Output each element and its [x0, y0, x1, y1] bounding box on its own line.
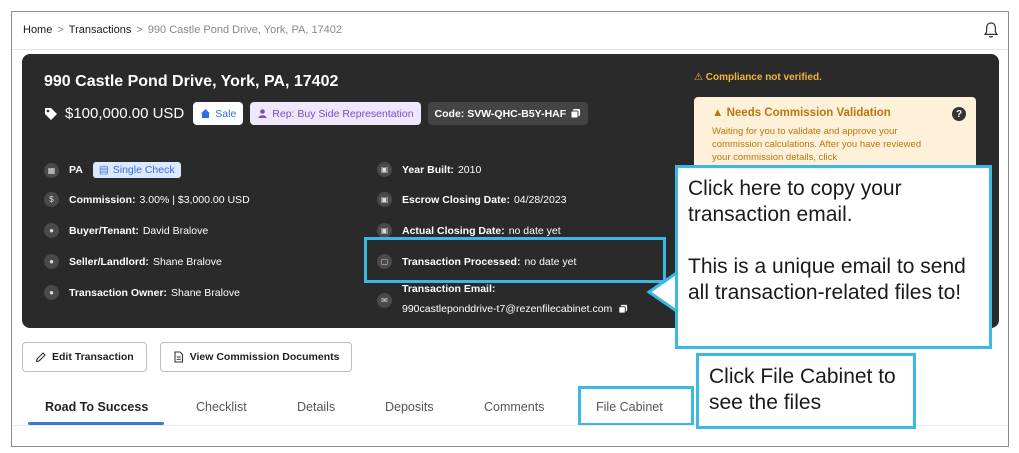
calendar-icon: ▣	[377, 223, 392, 238]
seller-label: Seller/Landlord:	[69, 255, 149, 268]
actual-closing-value: no date yet	[508, 224, 561, 237]
user-icon: ●	[44, 254, 59, 269]
dollar-icon: $	[44, 192, 59, 207]
breadcrumb: Home > Transactions > 990 Castle Pond Dr…	[23, 24, 342, 36]
mail-icon: ✉	[377, 293, 392, 308]
breadcrumb-separator: >	[57, 24, 64, 36]
commission-validation-title-text: Needs Commission Validation	[726, 107, 891, 119]
commission-row: $ Commission: 3.00% | $3,000.00 USD	[44, 192, 250, 207]
state-value: PA	[69, 164, 83, 176]
escrow-row: ▣ Escrow Closing Date: 04/28/2023	[377, 192, 567, 207]
map-icon: ▦	[44, 162, 59, 178]
escrow-value: 04/28/2023	[513, 193, 567, 206]
transaction-email-row[interactable]: ✉ Transaction Email: 990castleponddrive-…	[377, 283, 628, 315]
seller-row: ● Seller/Landlord: Shane Bralove	[44, 254, 222, 269]
compliance-status: ⚠ Compliance not verified.	[694, 72, 822, 83]
actual-closing-label: Actual Closing Date:	[402, 224, 505, 237]
view-commission-documents-label: View Commission Documents	[189, 351, 340, 363]
callout-spacer	[688, 228, 979, 254]
representation-badge: Rep: Buy Side Representation	[250, 102, 421, 125]
warning-icon: ▲	[712, 107, 724, 119]
transaction-email-line: 990castleponddrive-t7@rezenfilecabinet.c…	[402, 303, 628, 315]
action-buttons: Edit Transaction View Commission Documen…	[22, 342, 353, 372]
owner-value: Shane Bralove	[171, 286, 240, 299]
tab-details[interactable]: Details	[297, 400, 335, 414]
transaction-email-value: 990castleponddrive-t7@rezenfilecabinet.c…	[402, 303, 613, 315]
transaction-code-badge[interactable]: Code: SVW-QHC-B5Y-HAF	[427, 102, 589, 125]
edit-transaction-label: Edit Transaction	[52, 351, 134, 363]
representation-label: Rep: Buy Side Representation	[272, 107, 414, 120]
calendar-icon: ▣	[377, 162, 392, 177]
tab-deposits[interactable]: Deposits	[385, 400, 434, 414]
commission-validation-body: Waiting for you to validate and approve …	[712, 126, 922, 163]
sale-label: Sale	[215, 107, 237, 120]
copy-email-callout: Click here to copy your transaction emai…	[675, 165, 992, 349]
file-cabinet-callout: Click File Cabinet to see the files	[696, 353, 916, 429]
user-icon: ●	[44, 285, 59, 300]
document-icon	[174, 351, 183, 363]
home-icon	[201, 109, 211, 118]
buyer-row: ● Buyer/Tenant: David Bralove	[44, 223, 208, 238]
breadcrumb-transactions[interactable]: Transactions	[69, 24, 132, 36]
copy-email-callout-line1: Click here to copy your transaction emai…	[688, 177, 902, 226]
help-icon[interactable]: ?	[952, 107, 966, 121]
commission-value: 3.00% | $3,000.00 USD	[139, 193, 250, 206]
pencil-icon	[35, 351, 46, 362]
single-check-label: Single Check	[112, 164, 175, 176]
year-built-label: Year Built:	[402, 163, 454, 176]
view-commission-documents-button[interactable]: View Commission Documents	[159, 342, 353, 372]
state-row: ▦ PA ▤ Single Check	[44, 162, 181, 178]
actual-closing-row: ▣ Actual Closing Date: no date yet	[377, 223, 561, 238]
breadcrumb-separator: >	[136, 24, 143, 36]
year-built-value: 2010	[457, 163, 482, 176]
year-built-row: ▣ Year Built: 2010	[377, 162, 481, 177]
check-card-icon: ▤	[98, 164, 109, 176]
transaction-email-text: Transaction Email: 990castleponddrive-t7…	[402, 283, 628, 315]
tab-comments[interactable]: Comments	[484, 400, 544, 414]
transaction-email-label: Transaction Email:	[402, 283, 496, 295]
owner-label: Transaction Owner:	[69, 286, 168, 299]
file-cabinet-callout-text: Click File Cabinet to see the files	[709, 365, 896, 414]
owner-row: ● Transaction Owner: Shane Bralove	[44, 285, 240, 300]
buyer-label: Buyer/Tenant:	[69, 224, 139, 237]
breadcrumb-home[interactable]: Home	[23, 24, 52, 36]
commission-validation-title: ▲ Needs Commission Validation	[712, 107, 891, 119]
calendar-icon: ▣	[377, 192, 392, 207]
copy-email-callout-line2: This is a unique email to send all trans…	[688, 255, 966, 304]
copy-icon[interactable]	[570, 108, 581, 119]
email-highlight-box	[364, 237, 666, 283]
single-check-chip: ▤ Single Check	[92, 162, 181, 178]
tag-icon	[45, 107, 57, 120]
top-bar: Home > Transactions > 990 Castle Pond Dr…	[12, 12, 1008, 50]
buyer-value: David Bralove	[142, 224, 209, 237]
breadcrumb-current: 990 Castle Pond Drive, York, PA, 17402	[147, 24, 343, 36]
bell-icon[interactable]	[983, 21, 999, 39]
tab-file-cabinet[interactable]: File Cabinet	[596, 400, 663, 414]
transaction-price: $100,000.00 USD	[65, 105, 185, 122]
seller-value: Shane Bralove	[152, 255, 222, 268]
copy-icon[interactable]	[618, 304, 628, 314]
transaction-address: 990 Castle Pond Drive, York, PA, 17402	[44, 73, 339, 90]
transaction-code: Code: SVW-QHC-B5Y-HAF	[434, 107, 567, 120]
commission-label: Commission:	[69, 193, 136, 206]
price-row: $100,000.00 USD Sale Rep: Buy Side Repre…	[44, 102, 589, 125]
commission-validation-box[interactable]: ▲ Needs Commission Validation Waiting fo…	[694, 97, 976, 173]
tab-road-to-success[interactable]: Road To Success	[45, 400, 148, 414]
edit-transaction-button[interactable]: Edit Transaction	[22, 342, 147, 372]
tab-checklist[interactable]: Checklist	[196, 400, 247, 414]
sale-badge: Sale	[193, 102, 244, 125]
app-frame: Home > Transactions > 990 Castle Pond Dr…	[11, 11, 1009, 447]
user-icon: ●	[44, 223, 59, 238]
escrow-label: Escrow Closing Date:	[402, 193, 510, 206]
user-icon	[258, 109, 267, 118]
